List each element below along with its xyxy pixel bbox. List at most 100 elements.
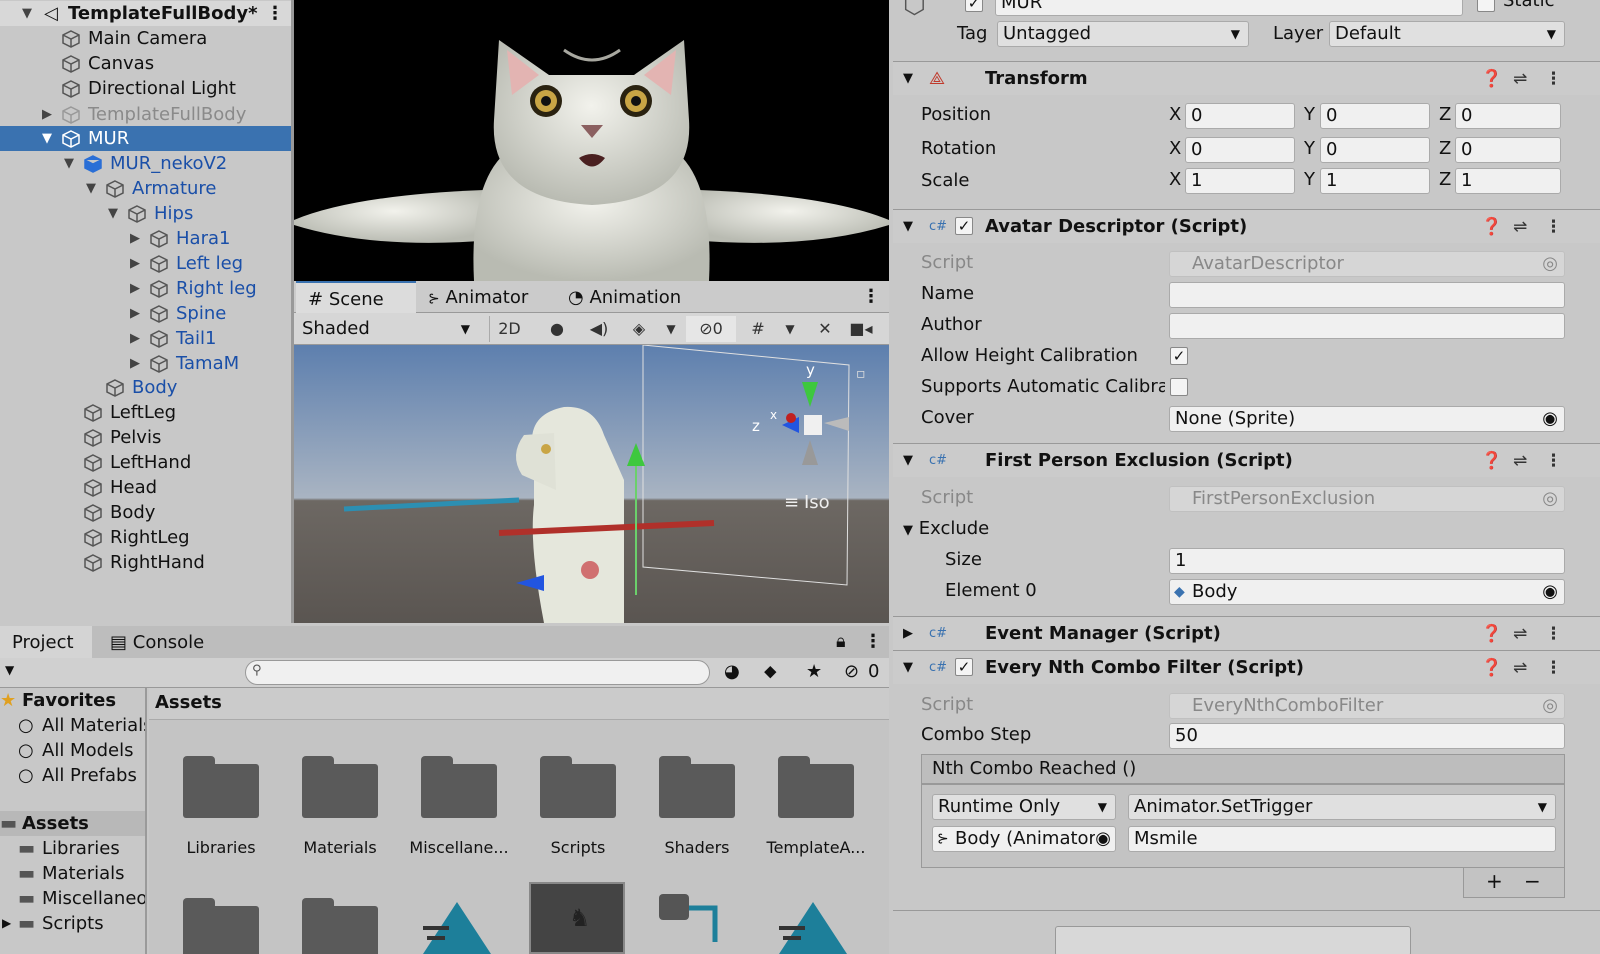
lock-icon[interactable]: 🔒︎ xyxy=(836,631,846,652)
collapse-arrow-icon[interactable]: ▼ xyxy=(108,201,118,226)
hierarchy-item[interactable]: Head xyxy=(0,475,291,500)
help-icon[interactable]: ❓ xyxy=(1481,444,1502,478)
axis-label[interactable]: Y xyxy=(1304,169,1315,190)
hierarchy-item[interactable]: ▼ Armature xyxy=(0,176,291,201)
collapse-arrow-icon[interactable]: ▼ xyxy=(903,210,913,244)
expand-arrow-icon[interactable]: ▶ xyxy=(42,102,52,127)
active-checkbox[interactable]: ✓ xyxy=(965,0,983,12)
search-input[interactable]: ⚲ xyxy=(245,660,710,685)
hierarchy-item[interactable]: RightHand xyxy=(0,550,291,575)
author-input[interactable] xyxy=(1169,313,1565,339)
tree-folder-item[interactable]: ▬ Materials xyxy=(0,861,145,886)
hierarchy-item[interactable]: Body xyxy=(0,500,291,525)
axis-label[interactable]: Z xyxy=(1439,138,1451,159)
favorite-item[interactable]: ○ All Models xyxy=(0,738,145,763)
collapse-arrow-icon[interactable]: ▼ xyxy=(903,62,913,96)
position-y-input[interactable]: 0 xyxy=(1320,103,1430,129)
hierarchy-item[interactable]: Pelvis xyxy=(0,425,291,450)
grid-icon[interactable]: # xyxy=(744,316,772,342)
first-person-exclusion-header[interactable]: ▼ c# First Person Exclusion (Script) ❓ ⇌… xyxy=(893,443,1600,477)
component-menu-icon[interactable]: ⋮ xyxy=(1545,444,1562,478)
hierarchy-scene-row[interactable]: ▼ ◁ TemplateFullBody* ⋮ xyxy=(0,1,291,26)
event-manager-header[interactable]: ▶ c# Event Manager (Script) ❓ ⇌ ⋮ xyxy=(893,616,1600,650)
hierarchy-item[interactable]: ▼ Hips xyxy=(0,201,291,226)
size-input[interactable]: 1 xyxy=(1169,548,1565,574)
folder-icon[interactable] xyxy=(183,756,259,818)
expand-arrow-icon[interactable]: ▶ xyxy=(2,911,11,936)
hierarchy-item[interactable]: RightLeg xyxy=(0,525,291,550)
every-nth-header[interactable]: ▼ c# ✓ Every Nth Combo Filter (Script) ❓… xyxy=(893,650,1600,684)
assets-tree-header[interactable]: ▬ Assets xyxy=(0,811,145,836)
effects-dropdown-icon[interactable]: ▼ xyxy=(660,316,682,342)
component-menu-icon[interactable]: ⋮ xyxy=(1545,617,1562,651)
eye-slash-icon[interactable]: ⊘ xyxy=(844,661,859,682)
collapse-arrow-icon[interactable]: ▼ xyxy=(86,176,96,201)
hierarchy-item[interactable]: ▶ Hara1 xyxy=(0,226,291,251)
tab-scene[interactable]: # Scene xyxy=(296,281,416,313)
folder-icon[interactable] xyxy=(540,756,616,818)
shading-mode-dropdown[interactable]: Shaded ▼ xyxy=(296,316,479,342)
tree-folder-item[interactable]: ▬ Libraries xyxy=(0,836,145,861)
audio-icon[interactable]: ◀) xyxy=(584,316,614,342)
folder-icon[interactable] xyxy=(302,756,378,818)
cover-field[interactable]: None (Sprite) ◉ xyxy=(1169,406,1565,432)
lock-icon[interactable]: ▫ xyxy=(856,366,866,382)
expand-arrow-icon[interactable]: ▶ xyxy=(130,351,140,376)
expand-arrow-icon[interactable]: ▶ xyxy=(903,617,913,651)
folder-label[interactable]: TemplateA... xyxy=(751,838,881,857)
favorite-item[interactable]: ○ All Materials xyxy=(0,713,145,738)
view-mode-label[interactable]: Iso xyxy=(804,492,830,513)
camera-icon[interactable]: ■◂ xyxy=(848,316,874,342)
scale-z-input[interactable]: 1 xyxy=(1455,168,1561,194)
preset-icon[interactable]: ⇌ xyxy=(1513,651,1527,685)
animation-asset-icon[interactable] xyxy=(777,898,853,954)
favorite-star-icon[interactable]: ★ xyxy=(806,661,822,682)
toggle-2d-button[interactable]: 2D xyxy=(489,316,529,342)
preset-icon[interactable]: ⇌ xyxy=(1513,210,1527,244)
target-object-field[interactable]: ⊱ Body (Animator ◉ xyxy=(932,826,1116,852)
collapse-arrow-icon[interactable]: ▼ xyxy=(903,651,913,685)
hierarchy-item[interactable]: Canvas xyxy=(0,51,291,76)
rotation-z-input[interactable]: 0 xyxy=(1455,137,1561,163)
avatar-descriptor-header[interactable]: ▼ c# ✓ Avatar Descriptor (Script) ❓ ⇌ ⋮ xyxy=(893,209,1600,243)
hierarchy-item[interactable]: ▶ Tail1 xyxy=(0,326,291,351)
expand-arrow-icon[interactable]: ▶ xyxy=(130,301,140,326)
collapse-arrow-icon[interactable]: ▼ xyxy=(64,151,74,176)
filter-label-icon[interactable]: ⬥ xyxy=(764,661,777,682)
hierarchy-item[interactable]: ▼ MUR_nekoV2 xyxy=(0,151,291,176)
create-dropdown-icon[interactable]: ▼ xyxy=(5,663,14,677)
hierarchy-item[interactable]: LeftHand xyxy=(0,450,291,475)
help-icon[interactable]: ❓ xyxy=(1481,210,1502,244)
combo-step-input[interactable]: 50 xyxy=(1169,723,1565,749)
lighting-icon[interactable]: ● xyxy=(542,316,572,342)
hierarchy-item[interactable]: ▶ Right leg xyxy=(0,276,291,301)
tab-animation[interactable]: ◔ Animation xyxy=(556,281,704,313)
favorite-item[interactable]: ○ All Prefabs xyxy=(0,763,145,788)
expand-arrow-icon[interactable]: ▶ xyxy=(130,226,140,251)
expand-arrow-icon[interactable]: ▶ xyxy=(130,276,140,301)
animator-controller-icon[interactable] xyxy=(657,892,727,952)
scene-menu-icon[interactable]: ⋮ xyxy=(862,286,880,307)
layer-dropdown[interactable]: Default ▼ xyxy=(1329,21,1565,47)
scale-y-input[interactable]: 1 xyxy=(1320,168,1430,194)
iso-menu-icon[interactable]: ≡ xyxy=(784,492,799,513)
component-enabled-checkbox[interactable]: ✓ xyxy=(955,217,973,235)
object-picker-icon[interactable]: ◉ xyxy=(1542,407,1558,431)
preset-icon[interactable]: ⇌ xyxy=(1513,617,1527,651)
grid-dropdown-icon[interactable]: ▼ xyxy=(780,316,800,342)
rotation-x-input[interactable]: 0 xyxy=(1185,137,1295,163)
hierarchy-item[interactable]: ▶ Left leg xyxy=(0,251,291,276)
model-asset-thumbnail[interactable]: ♞ xyxy=(529,882,625,954)
component-menu-icon[interactable]: ⋮ xyxy=(1545,62,1562,96)
hierarchy-item[interactable]: Main Camera xyxy=(0,26,291,51)
tab-project[interactable]: Project xyxy=(0,626,92,658)
folder-label[interactable]: Libraries xyxy=(156,838,286,857)
tab-console[interactable]: ▤ Console xyxy=(98,626,228,658)
tag-dropdown[interactable]: Untagged ▼ xyxy=(997,21,1249,47)
function-dropdown[interactable]: Animator.SetTrigger ▼ xyxy=(1128,794,1556,820)
static-checkbox[interactable] xyxy=(1477,0,1495,12)
scale-x-input[interactable]: 1 xyxy=(1185,168,1295,194)
axis-label[interactable]: Z xyxy=(1439,104,1451,125)
folder-label[interactable]: Scripts xyxy=(513,838,643,857)
animation-asset-icon[interactable] xyxy=(421,898,497,954)
